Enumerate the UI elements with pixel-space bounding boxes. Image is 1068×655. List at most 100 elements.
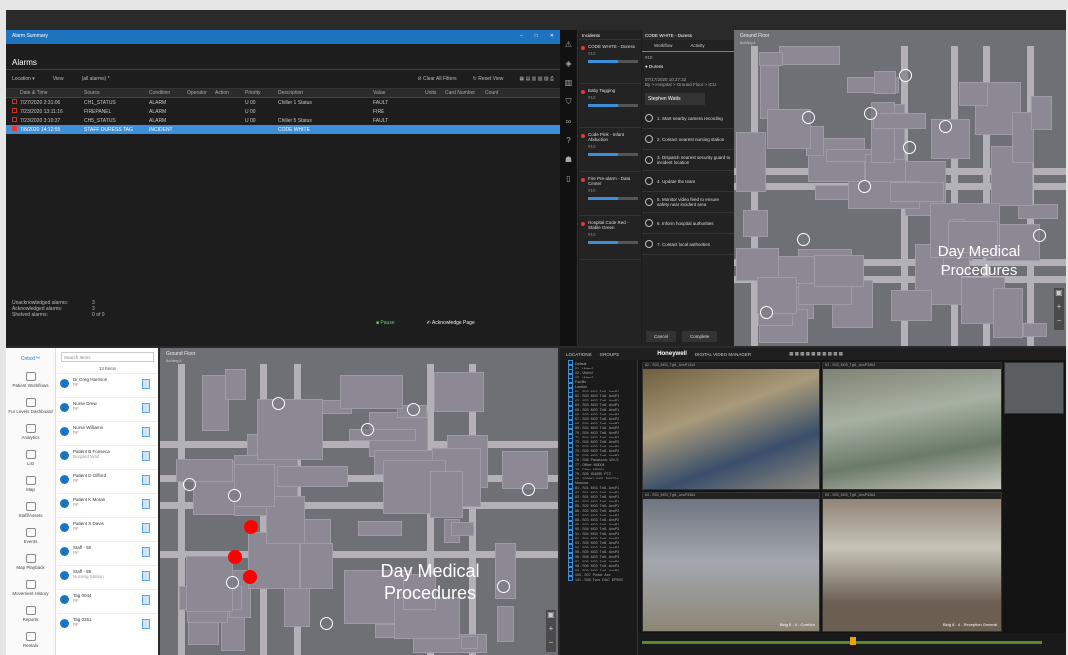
table-row[interactable]: 7/8/2020 14:12:55 STAFF DURESS TAG INCIDEN… <box>6 125 560 134</box>
camera-tile[interactable]: 65 - S03_M03_Tgt1_AxsP3364 Bldg 8 - 4 - R… <box>822 492 1002 632</box>
nav-item[interactable]: Events <box>6 528 55 544</box>
help-icon[interactable]: ? <box>560 136 577 145</box>
document-icon[interactable] <box>142 403 150 413</box>
location-marker[interactable] <box>244 520 258 534</box>
view-dropdown[interactable]: (all alarms) * <box>82 76 110 82</box>
col-count[interactable]: Count <box>485 90 505 96</box>
nav-item[interactable]: Staff/Assets <box>6 502 55 518</box>
nav-item[interactable]: Map Playback <box>6 554 55 570</box>
list-item[interactable]: Nurse Williams RF <box>57 421 158 445</box>
list-item[interactable]: Tag 0261 RF <box>57 613 158 637</box>
document-icon[interactable] <box>142 427 150 437</box>
toolbar-icons[interactable]: ▦ ▤ ▥ ▧ ▨ ⎙ <box>519 76 554 82</box>
col-card-number[interactable]: Card Number <box>445 90 485 96</box>
list-item[interactable]: Tag 0044 RF <box>57 589 158 613</box>
playback-timeline[interactable] <box>638 633 1066 655</box>
document-icon[interactable] <box>142 547 150 557</box>
step-check-icon[interactable] <box>645 198 653 206</box>
incident-item[interactable]: Fire Pre-alarm - Data Center #10 <box>579 172 641 216</box>
map-device-icon[interactable] <box>406 403 420 417</box>
list-item[interactable]: Patient K Moran RF <box>57 493 158 517</box>
link-icon[interactable]: ∞ <box>560 117 577 126</box>
map-device-icon[interactable] <box>858 179 872 193</box>
workflow-step[interactable]: 3. Dispatch nearest security guard to in… <box>642 150 734 171</box>
location-marker[interactable] <box>243 570 257 584</box>
incident-item[interactable]: Baby Tagging #10 <box>579 84 641 128</box>
document-icon[interactable] <box>142 475 150 485</box>
pause-button[interactable]: ■ Pause <box>376 320 395 326</box>
step-check-icon[interactable] <box>645 156 653 164</box>
document-icon[interactable] <box>142 619 150 629</box>
col-date-time[interactable]: Date & Time <box>20 90 84 96</box>
nav-item[interactable]: List <box>6 450 55 466</box>
list-item[interactable]: Patient S Davis RF <box>57 517 158 541</box>
map-device-icon[interactable] <box>522 482 536 496</box>
col-priority[interactable]: Priority <box>245 90 278 96</box>
document-icon[interactable] <box>142 379 150 389</box>
acknowledge-page-button[interactable]: ✍ Acknowledge Page <box>427 320 475 326</box>
nav-item[interactable]: Analytics <box>6 424 55 440</box>
workflow-step[interactable]: 2. Contact nearest nursing station <box>642 129 734 150</box>
filter-icon[interactable]: ⛉ <box>560 97 577 107</box>
workflow-step[interactable]: 4. Update the team <box>642 171 734 192</box>
nav-item[interactable]: Reports <box>6 606 55 622</box>
map-device-icon[interactable] <box>902 140 916 154</box>
map-device-icon[interactable] <box>899 69 913 82</box>
col-units[interactable]: Units <box>425 90 445 96</box>
document-icon[interactable] <box>142 451 150 461</box>
nav-item[interactable]: Rentals <box>6 632 55 648</box>
map-zoom-controls[interactable]: ▣ + − <box>1054 288 1064 330</box>
workflow-step[interactable]: 7. Contact local authorities <box>642 234 734 255</box>
location-dropdown[interactable]: Location ▾ <box>12 76 35 82</box>
camera-tile[interactable]: 62 - S03_M03_Tgt1_AxsP1344 <box>642 362 820 490</box>
table-row[interactable]: 7/23/2020 13:11:16 FIREPANEL ALARM U 00 FIRE <box>6 107 560 116</box>
clear-filters-button[interactable]: ⊘ Clear All Filters <box>417 76 456 82</box>
list-item[interactable]: Patient B Fonseca Burgard Wall <box>57 445 158 469</box>
assignee-chip[interactable]: Stephen Watts <box>645 93 705 105</box>
map-device-icon[interactable] <box>797 233 811 247</box>
location-marker[interactable] <box>228 550 242 564</box>
building-icon[interactable]: ▥ <box>560 78 577 87</box>
workflow-step[interactable]: 6. Inform hospital authorities <box>642 213 734 234</box>
col-value[interactable]: Value <box>373 90 425 96</box>
map-device-icon[interactable] <box>939 119 953 133</box>
nav-item[interactable]: Movement History <box>6 580 55 596</box>
step-check-icon[interactable] <box>645 219 653 227</box>
step-check-icon[interactable] <box>645 177 653 185</box>
camera-tile-small[interactable] <box>1004 362 1064 414</box>
list-item[interactable]: Staff - 56 RF <box>57 541 158 565</box>
complete-button[interactable]: Complete <box>682 331 718 342</box>
nav-item[interactable]: Fur Levels Dashboard <box>6 398 55 414</box>
col-operator[interactable]: Operator <box>187 90 215 96</box>
list-item[interactable]: Dr Greg Harrison RF <box>57 373 158 397</box>
tab-groups[interactable]: GROUPS <box>600 352 620 357</box>
camera-tile[interactable]: 64 - S03_M03_Tgt1_AxsP3364 Bldg 8 - 4 - C… <box>642 492 820 632</box>
list-item[interactable]: Patient D Gifford RF <box>57 469 158 493</box>
map-device-icon[interactable] <box>182 477 196 491</box>
tab-activity[interactable]: Activity <box>690 43 704 48</box>
floor-map-top[interactable]: Ground Floor Building A Day Medical Proce… <box>734 30 1066 346</box>
nav-item[interactable]: Patient Workflows <box>6 372 55 388</box>
map-device-icon[interactable] <box>801 111 815 125</box>
tree-item[interactable]: 101 - S08_Tyco_DAC_EP5S0 <box>560 576 637 581</box>
reset-view-button[interactable]: ↻ Reset View <box>473 76 504 82</box>
device-icon[interactable]: ▯ <box>560 174 577 183</box>
incident-item[interactable]: Hospital Code Red - Stable Green #10 <box>579 216 641 260</box>
map-device-icon[interactable] <box>319 617 333 631</box>
list-item[interactable]: Nurse Drew RF <box>57 397 158 421</box>
minimize-icon[interactable]: – <box>520 33 523 39</box>
table-row[interactable]: 7/27/2020 2:31:06 CH1_STATUS ALARM U 00 Chil… <box>6 98 560 107</box>
layout-icons[interactable]: ▦ ▦ ▦ ▦ ▦ ▦ ▦ ▦ ▦ ▦ <box>789 351 843 357</box>
col-condition[interactable]: Condition <box>149 90 187 96</box>
document-icon[interactable] <box>142 571 150 581</box>
tag-icon[interactable]: ◈ <box>560 59 577 68</box>
maximize-icon[interactable]: □ <box>535 33 538 39</box>
camera-tile[interactable]: 63 - S03_M03_Tgt1_AxsP3364 <box>822 362 1002 490</box>
table-row[interactable]: 7/23/2020 3:10:37 CH5_STATUS ALARM U 00 Chil… <box>6 116 560 125</box>
floor-map-bottom[interactable]: Ground Floor Building A Day Medical Proce… <box>160 348 558 655</box>
incident-item[interactable]: CODE WHITE - Duress #10 <box>579 40 641 84</box>
col-description[interactable]: Description <box>278 90 373 96</box>
tab-workflow[interactable]: Workflow <box>654 43 672 48</box>
nav-item[interactable]: Map <box>6 476 55 492</box>
document-icon[interactable] <box>142 499 150 509</box>
